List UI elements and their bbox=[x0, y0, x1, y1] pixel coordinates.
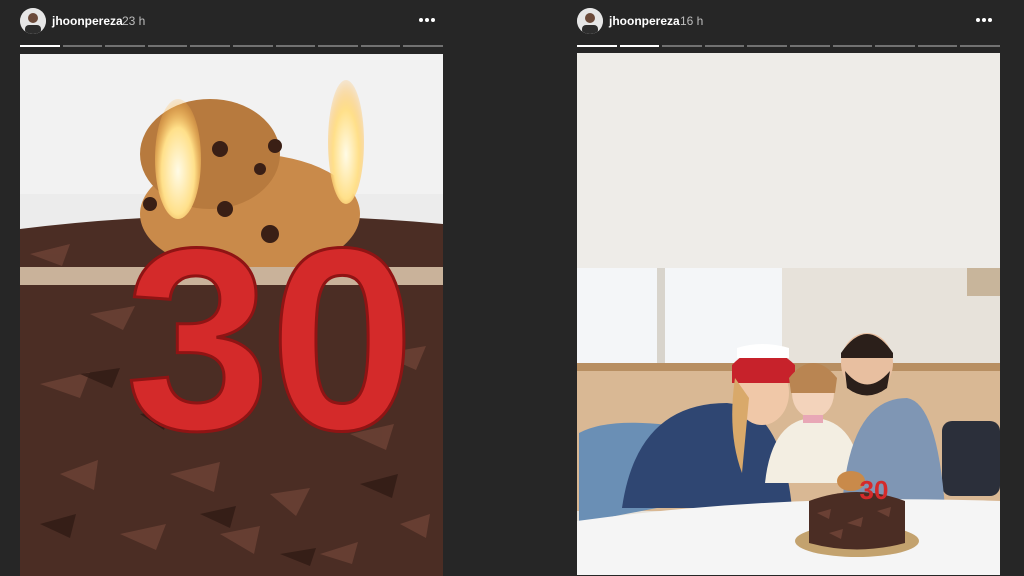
progress-segment bbox=[747, 45, 787, 47]
story-photo-family[interactable]: 30 bbox=[577, 53, 1000, 575]
progress-segment bbox=[662, 45, 702, 47]
progress-segment bbox=[20, 45, 60, 47]
more-options-icon[interactable] bbox=[417, 10, 437, 30]
post-time: 16 h bbox=[680, 14, 704, 28]
avatar[interactable] bbox=[577, 8, 603, 34]
progress-segment bbox=[318, 45, 358, 47]
progress-segment bbox=[403, 45, 443, 47]
progress-segment bbox=[832, 45, 873, 47]
candle-number: 30 bbox=[125, 195, 414, 485]
story-left[interactable]: jhoonpereza 23 h 30 bbox=[20, 0, 443, 576]
progress-segment bbox=[875, 45, 915, 47]
story-photo-cake[interactable]: 30 bbox=[20, 54, 443, 576]
progress-bar bbox=[20, 45, 443, 47]
progress-segment bbox=[619, 45, 660, 47]
story-right[interactable]: jhoonpereza 16 h 30 bbox=[577, 0, 1000, 576]
username[interactable]: jhoonpereza bbox=[52, 14, 123, 28]
progress-segment bbox=[147, 45, 188, 47]
progress-segment bbox=[577, 45, 617, 47]
progress-bar bbox=[577, 45, 1000, 47]
progress-segment bbox=[105, 45, 145, 47]
progress-segment bbox=[704, 45, 745, 47]
candle-number: 30 bbox=[860, 475, 889, 505]
avatar[interactable] bbox=[20, 8, 46, 34]
progress-segment bbox=[360, 45, 401, 47]
username[interactable]: jhoonpereza bbox=[609, 14, 680, 28]
story-header: jhoonpereza 16 h bbox=[577, 8, 1000, 34]
progress-segment bbox=[960, 45, 1000, 47]
more-options-icon[interactable] bbox=[974, 10, 994, 30]
story-header: jhoonpereza 23 h bbox=[20, 8, 443, 34]
progress-segment bbox=[232, 45, 273, 47]
progress-segment bbox=[789, 45, 830, 47]
progress-segment bbox=[275, 45, 316, 47]
post-time: 23 h bbox=[122, 14, 146, 28]
progress-segment bbox=[190, 45, 230, 47]
progress-segment bbox=[917, 45, 958, 47]
progress-segment bbox=[62, 45, 103, 47]
